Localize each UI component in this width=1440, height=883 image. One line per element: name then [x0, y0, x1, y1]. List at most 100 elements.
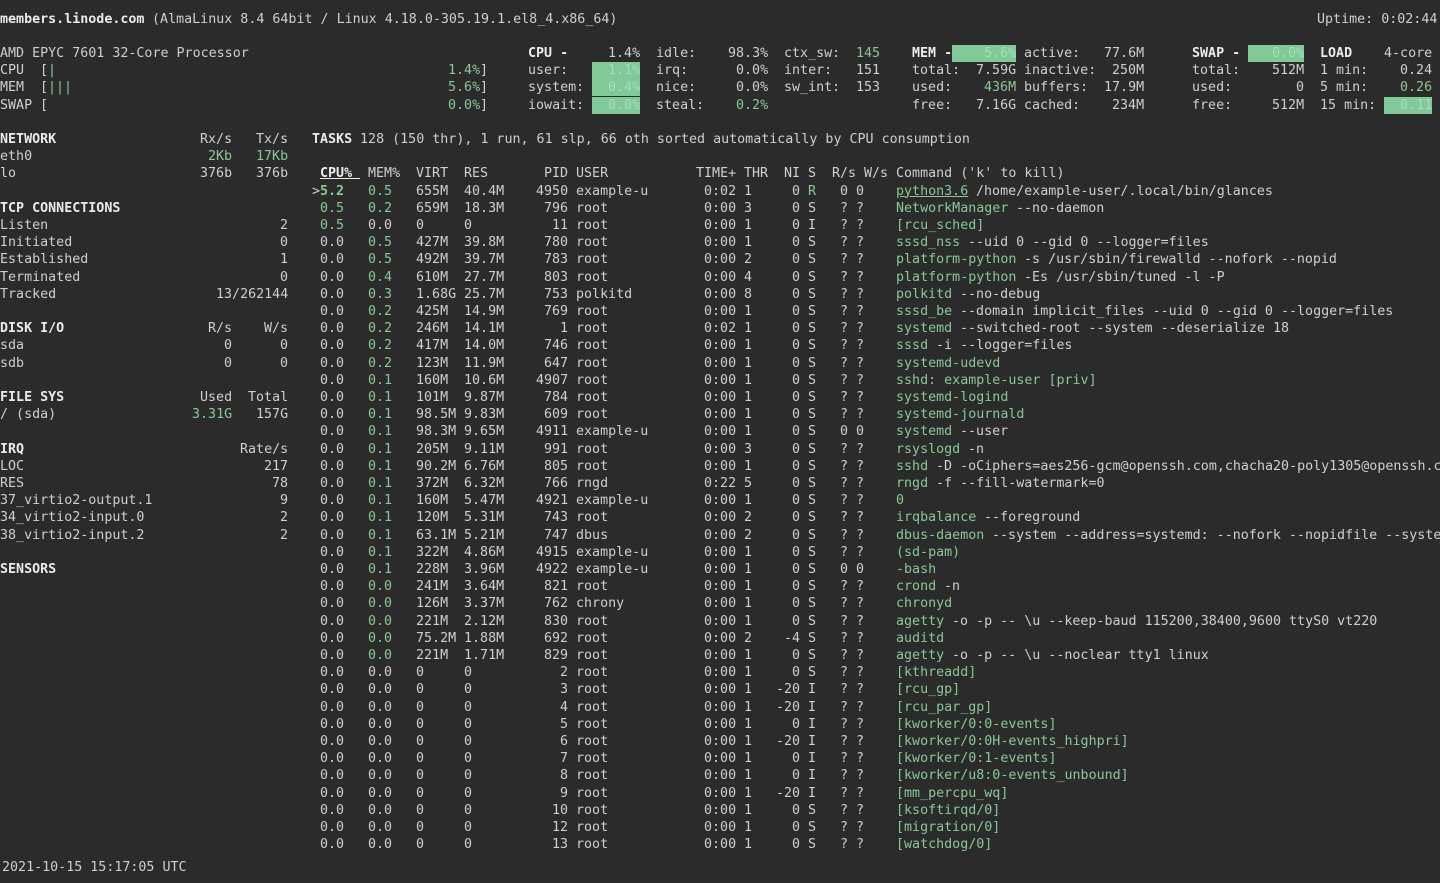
cell-res: 39.7M — [464, 251, 504, 268]
cell-user: root — [576, 802, 608, 819]
cell-cpu: 0.0 — [320, 286, 344, 303]
cell-nice: -20 — [776, 699, 800, 716]
panel-title: IRQ — [0, 441, 24, 458]
cell-status: S — [808, 509, 816, 526]
cpu-extra-label: idle: — [656, 45, 696, 62]
cell-command-name: [watchdog/0] — [896, 836, 992, 853]
row-value: 0 — [280, 234, 288, 251]
cell-cpu: 0.0 — [320, 544, 344, 561]
cell-cpu: 0.0 — [320, 355, 344, 372]
cell-cpu: 0.0 — [320, 750, 344, 767]
cell-res: 0 — [464, 819, 472, 836]
row-label: 34_virtio2-input.0 — [0, 509, 144, 526]
row-value: 0 — [280, 355, 288, 372]
cell-pid: 1 — [560, 320, 568, 337]
cell-time: 0:00 — [704, 458, 736, 475]
row-value: 2 — [280, 217, 288, 234]
column-header: CPU% — [320, 165, 360, 182]
cell-time: 0:00 — [704, 406, 736, 423]
cell-command-name: auditd — [896, 630, 944, 647]
cell-time: 0:00 — [704, 355, 736, 372]
cell-command-name: [rcu_par_gp] — [896, 699, 992, 716]
cell-status: S — [808, 372, 816, 389]
cell-cpu: 0.0 — [320, 647, 344, 664]
cell-res: 18.3M — [464, 200, 504, 217]
cell-res: 39.8M — [464, 234, 504, 251]
cell-write-rate: ? — [856, 458, 864, 475]
cell-command-name: systemd-logind — [896, 389, 1008, 406]
cell-threads: 1 — [744, 355, 752, 372]
mem-value: 436M — [984, 79, 1016, 96]
cell-nice: 0 — [792, 475, 800, 492]
cell-mem: 0.0 — [368, 836, 392, 853]
cell-virt: 98.3M — [416, 423, 456, 440]
cell-status: S — [808, 613, 816, 630]
cell-time: 0:00 — [704, 389, 736, 406]
cell-mem: 0.0 — [368, 785, 392, 802]
cell-write-rate: ? — [856, 286, 864, 303]
cell-res: 9.87M — [464, 389, 504, 406]
load-value: 0.11 — [1384, 97, 1432, 114]
cell-user: root — [576, 320, 608, 337]
cell-time: 0:00 — [704, 527, 736, 544]
cell-status: S — [808, 578, 816, 595]
cell-read-rate: ? — [840, 355, 848, 372]
cell-command-name: rsyslogd — [896, 441, 960, 458]
cell-time: 0:00 — [704, 802, 736, 819]
cell-nice: 0 — [792, 509, 800, 526]
cell-read-rate: ? — [840, 320, 848, 337]
cell-threads: 1 — [744, 372, 752, 389]
cell-cpu: 0.0 — [320, 303, 344, 320]
cell-cpu: 0.0 — [320, 406, 344, 423]
cell-cpu: 0.0 — [320, 802, 344, 819]
cell-time: 0:00 — [704, 337, 736, 354]
cell-res: 10.6M — [464, 372, 504, 389]
cell-res: 0 — [464, 217, 472, 234]
cell-mem: 0.4 — [368, 269, 392, 286]
cell-time: 0:00 — [704, 492, 736, 509]
cell-write-rate: ? — [856, 716, 864, 733]
row-value: 2 — [280, 509, 288, 526]
cell-read-rate: ? — [840, 234, 848, 251]
cell-time: 0:00 — [704, 509, 736, 526]
panel-title: SENSORS — [0, 561, 56, 578]
cell-nice: 0 — [792, 286, 800, 303]
cell-pid: 829 — [544, 647, 568, 664]
cell-read-rate: ? — [840, 836, 848, 853]
cell-res: 9.83M — [464, 406, 504, 423]
row-label: 38_virtio2-input.2 — [0, 527, 144, 544]
interrupts-label: inter: — [784, 62, 832, 79]
cell-status: I — [808, 217, 816, 234]
cell-read-rate: ? — [840, 802, 848, 819]
cell-threads: 1 — [744, 389, 752, 406]
row-label: sdb — [0, 355, 24, 372]
cell-time: 0:00 — [704, 750, 736, 767]
row-value: 0 — [280, 269, 288, 286]
meter-close-bracket: ] — [480, 79, 488, 96]
cell-virt: 0 — [416, 767, 424, 784]
terminal-screen[interactable]: members.linode.com (AlmaLinux 8.4 64bit … — [0, 0, 1440, 883]
cell-nice: 0 — [792, 251, 800, 268]
cell-threads: 1 — [744, 819, 752, 836]
cell-nice: 0 — [792, 389, 800, 406]
cell-mem: 0.1 — [368, 441, 392, 458]
cell-write-rate: ? — [856, 578, 864, 595]
cell-user: root — [576, 200, 608, 217]
mem-extra-value: 77.6M — [1104, 45, 1144, 62]
cell-command-name: sssd_nss — [896, 234, 960, 251]
cell-command-name: platform-python — [896, 251, 1016, 268]
cell-user: root — [576, 647, 608, 664]
cell-res: 14.9M — [464, 303, 504, 320]
cell-mem: 0.0 — [368, 819, 392, 836]
cell-virt: 427M — [416, 234, 448, 251]
meter-ticks: ||| — [48, 79, 72, 96]
cell-command-args: /home/example-user/.local/bin/glances — [976, 183, 1273, 200]
column-header: S — [808, 165, 816, 182]
cpu-label: user: — [528, 62, 568, 79]
cell-time: 0:00 — [704, 234, 736, 251]
cell-cpu: 0.0 — [320, 578, 344, 595]
column-header: Rx/s — [200, 131, 232, 148]
swap-value: 512M — [1272, 62, 1304, 79]
cell-res: 0 — [464, 836, 472, 853]
cell-user: root — [576, 750, 608, 767]
